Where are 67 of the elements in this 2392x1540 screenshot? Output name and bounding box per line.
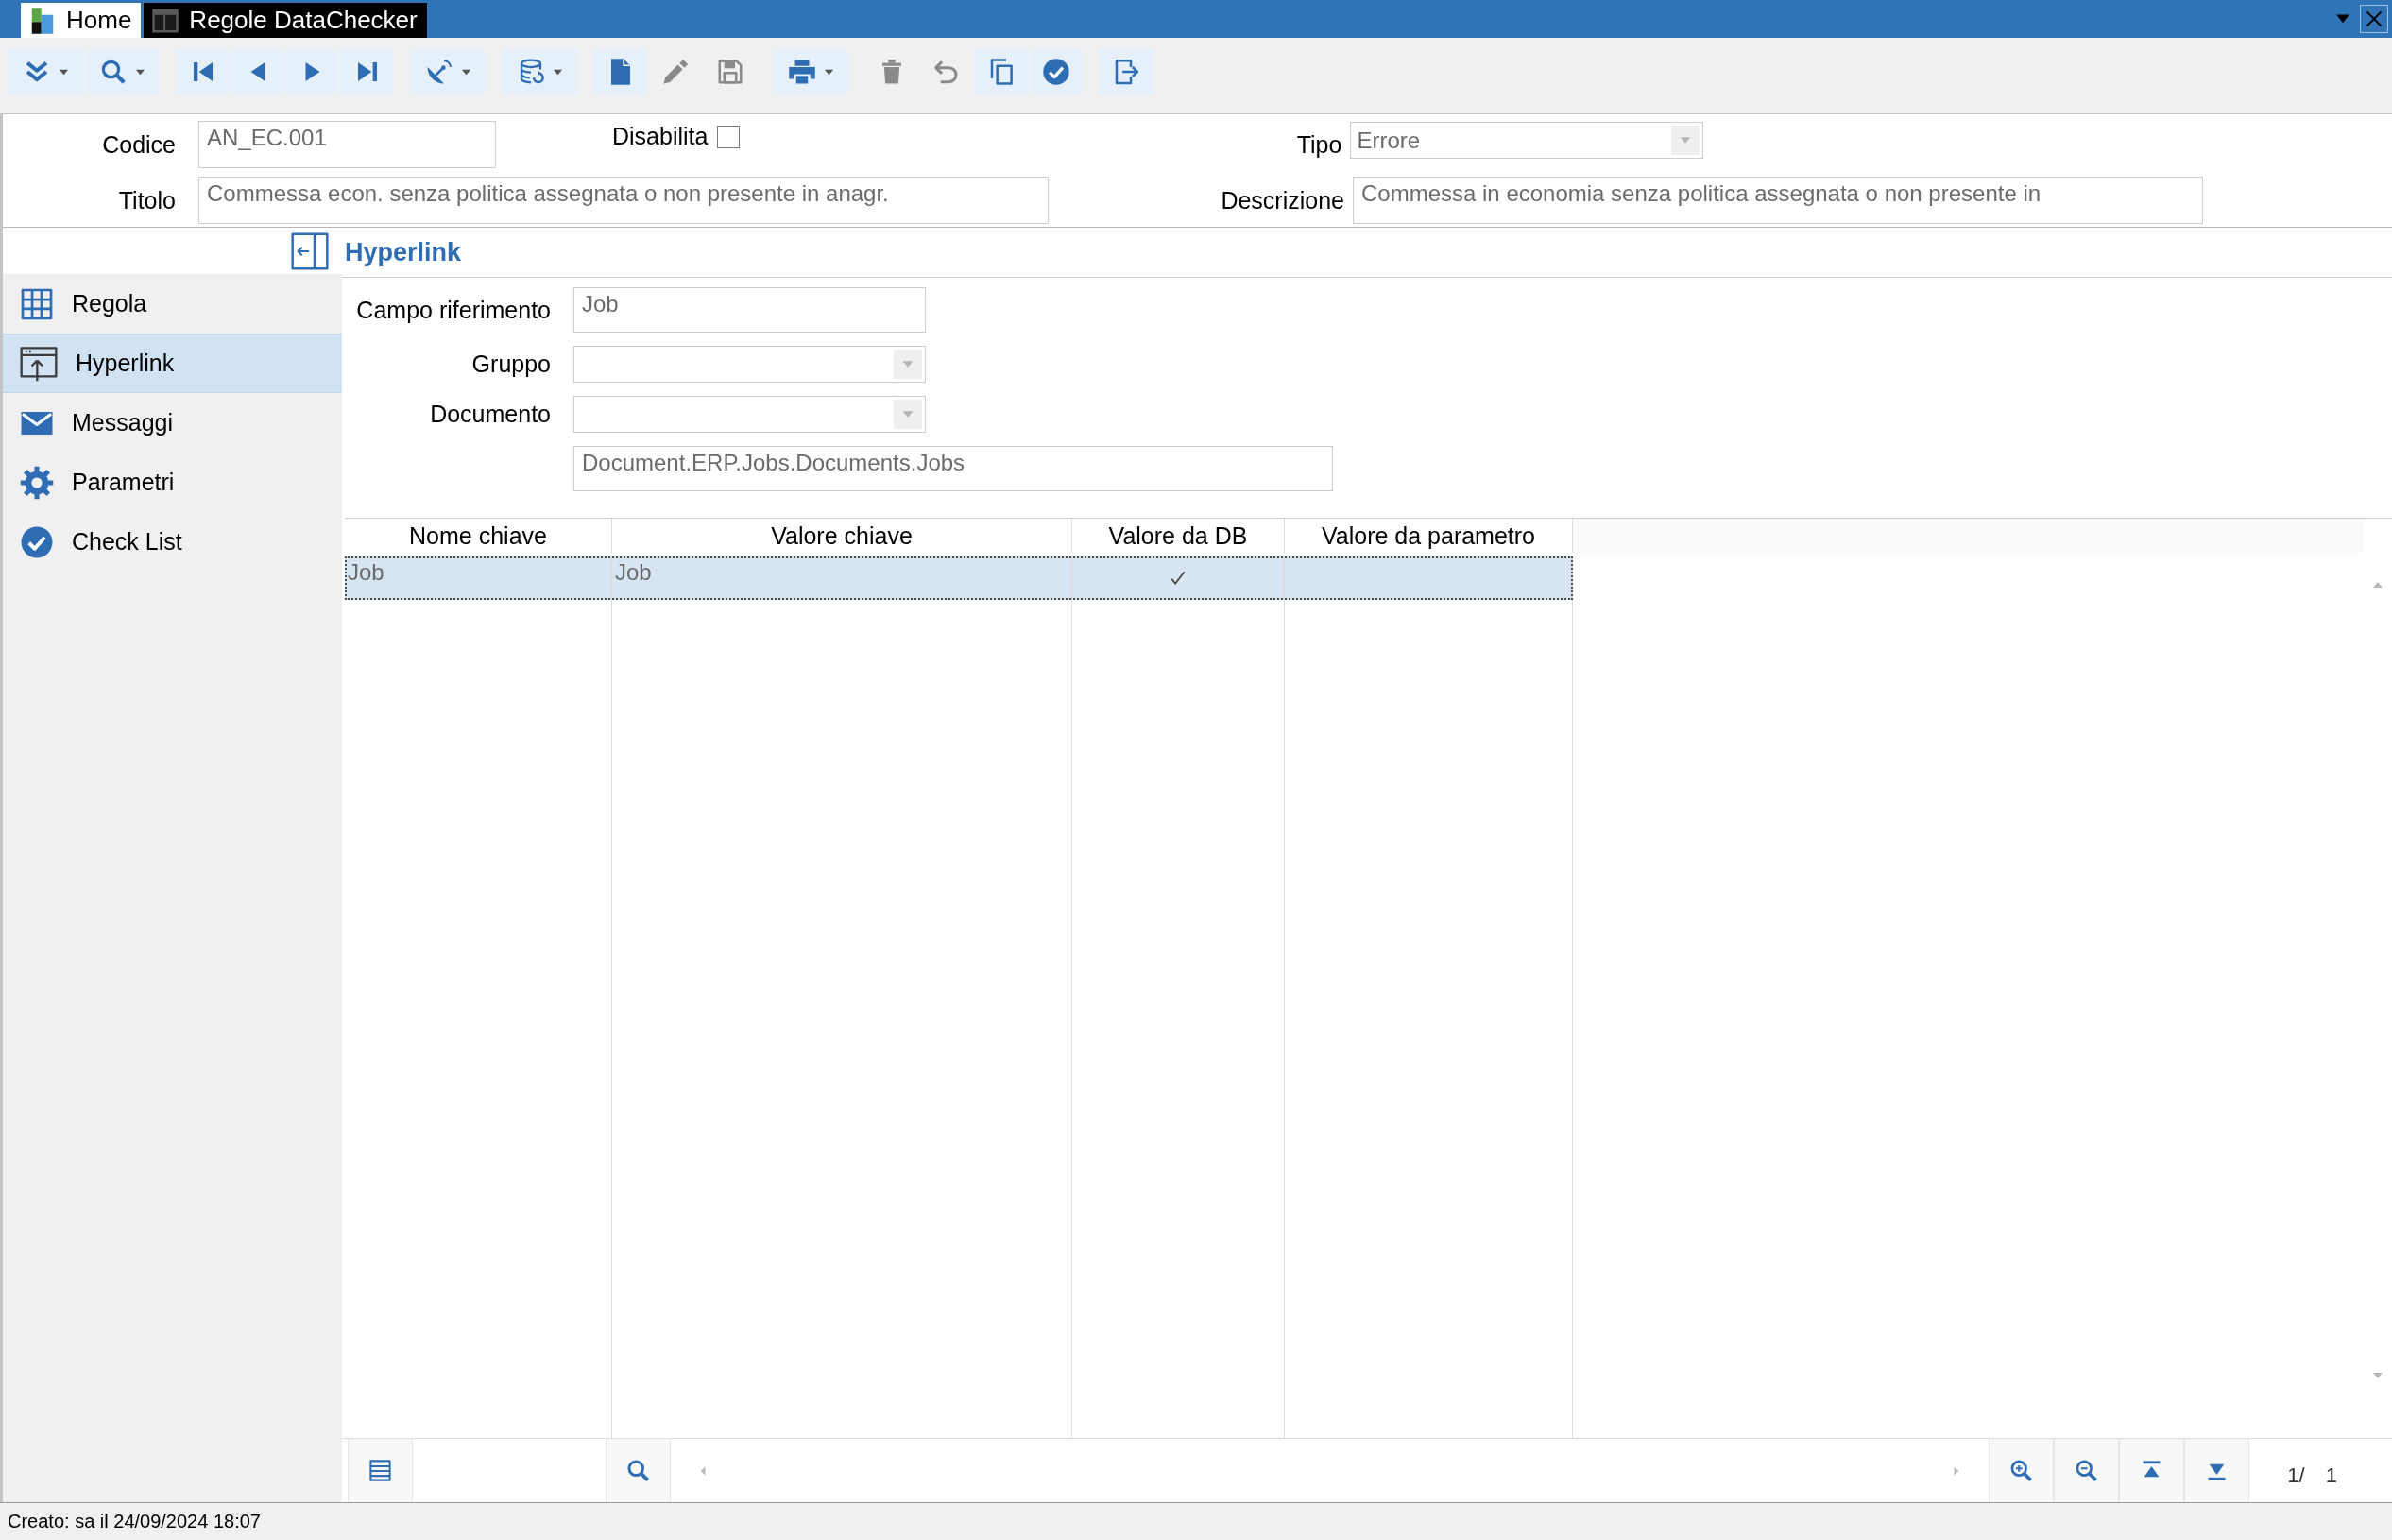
checkbox-label: Disabilita [612, 123, 709, 150]
settings-icon [20, 465, 54, 500]
text-field[interactable]: AN_EC.001 [198, 121, 496, 168]
print-button[interactable] [773, 49, 848, 94]
column-header[interactable]: Valore chiave [612, 519, 1072, 553]
new-button[interactable] [593, 49, 647, 94]
sidebar-item[interactable]: Check List [3, 512, 342, 572]
field-label: Campo riferimento [355, 296, 551, 324]
select-field[interactable]: Errore [1350, 122, 1704, 159]
field-label: Codice [101, 130, 176, 159]
search-button[interactable] [84, 49, 160, 94]
expand-button[interactable] [8, 49, 83, 94]
zoom-in-icon [2008, 1458, 2035, 1483]
field-label: Gruppo [470, 351, 551, 378]
page-counter: 1/ 1 [2287, 1463, 2337, 1488]
table-row[interactable]: Job Job [345, 556, 1573, 600]
table-cell: Job [612, 556, 1072, 600]
last-row-button[interactable] [2184, 1439, 2250, 1502]
search-icon [625, 1458, 651, 1483]
caret-down-icon [894, 400, 922, 429]
first-row-button[interactable] [2119, 1439, 2185, 1502]
select-field[interactable] [573, 396, 926, 433]
column-header[interactable]: Valore da DB [1072, 519, 1285, 553]
tab[interactable]: Regole DataChecker [144, 3, 427, 38]
field-label: Titolo [117, 186, 176, 214]
field-label: Tipo [1295, 130, 1342, 159]
copy-button[interactable] [974, 49, 1028, 94]
sidebar-item[interactable]: Hyperlink [3, 334, 342, 393]
list-button[interactable] [348, 1439, 413, 1502]
sidebar-item[interactable]: Parametri [3, 453, 342, 512]
text-field[interactable]: Document.ERP.Jobs.Documents.Jobs [573, 446, 1333, 491]
zoom-out-button[interactable] [2054, 1439, 2120, 1502]
first-record-button[interactable] [176, 49, 230, 94]
previous-record-button[interactable] [231, 49, 284, 94]
panel-collapse-icon[interactable] [291, 231, 329, 270]
text-field[interactable]: Commessa econ. senza politica assegnata o non presente in anagr. [198, 177, 1049, 224]
table-icon [20, 286, 54, 321]
status-text: Creato: sa il 24/09/2024 18:07 [8, 1511, 261, 1532]
tab[interactable]: Home [21, 3, 142, 38]
table-cell: Job [345, 556, 612, 600]
column-header[interactable]: Valore da parametro [1285, 519, 1573, 553]
sidebar-item[interactable]: Regola [3, 274, 342, 334]
next-record-button[interactable] [285, 49, 339, 94]
caret-down-icon [1671, 126, 1700, 155]
select-field[interactable] [573, 346, 926, 383]
last-record-button[interactable] [340, 49, 394, 94]
close-icon [2365, 9, 2383, 28]
exit-button[interactable] [1099, 49, 1153, 94]
checkbox[interactable] [717, 126, 741, 148]
text-field[interactable]: Commessa in economia senza politica assegnata o non presente in [1353, 177, 2203, 224]
close-button[interactable] [2360, 5, 2388, 33]
section-title: Hyperlink [345, 237, 462, 267]
field-label: Descrizione [1220, 186, 1344, 214]
field-label: Documento [429, 401, 551, 428]
column-header[interactable]: Nome chiave [345, 519, 612, 553]
caret-down-icon [894, 350, 922, 379]
search-button[interactable] [606, 1439, 671, 1502]
sidebar-item[interactable]: Messaggi [3, 393, 342, 453]
zoom-out-icon [2074, 1458, 2100, 1483]
database-button[interactable] [502, 49, 577, 94]
list-icon [367, 1458, 393, 1483]
satellite-dish-button[interactable] [410, 49, 486, 94]
confirm-button[interactable] [1029, 49, 1083, 94]
text-field[interactable]: Job [573, 287, 926, 333]
printer-icon [787, 58, 816, 86]
window-cursor-icon [20, 344, 58, 383]
zoom-in-button[interactable] [1989, 1439, 2055, 1502]
